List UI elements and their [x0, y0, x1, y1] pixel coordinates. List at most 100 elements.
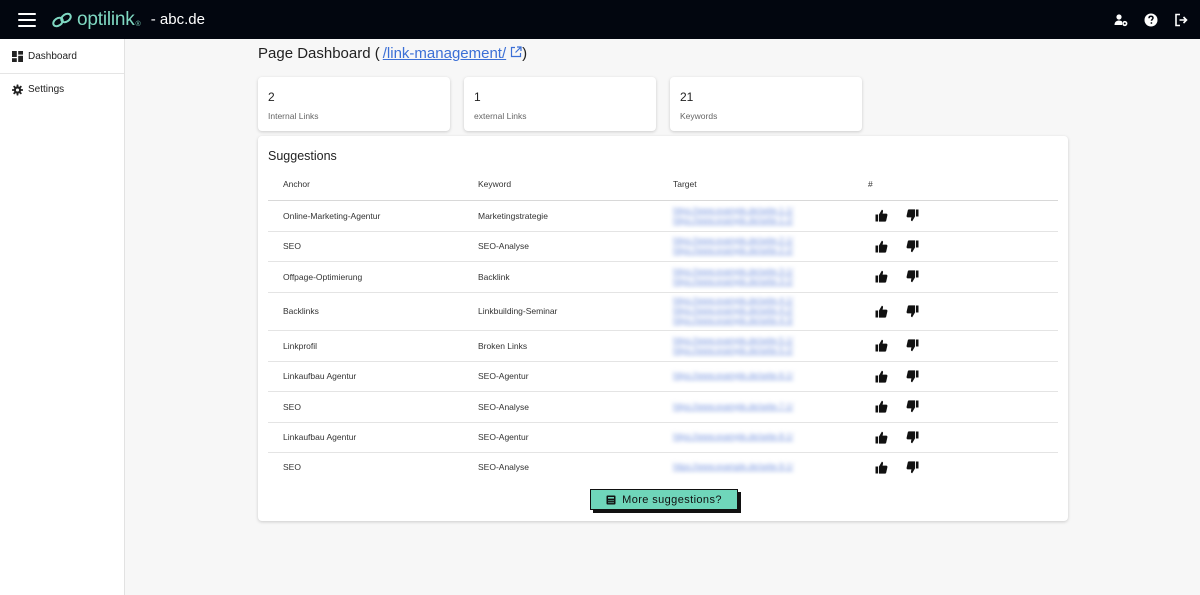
sidebar-item-settings[interactable]: Settings — [0, 74, 124, 105]
keyword-cell: SEO-Analyse — [478, 462, 530, 473]
appbar-actions — [1114, 0, 1188, 39]
thumbs-down-icon[interactable] — [905, 369, 920, 384]
anchor-cell: Linkaufbau Agentur — [268, 361, 463, 392]
target-link-blurred[interactable]: https://www.example.de/seite-8-1/ — [673, 432, 853, 442]
stat-value: 2 — [268, 90, 275, 104]
table-row: SEO SEO-Analyse https://www.example.de/sei… — [268, 452, 1058, 482]
sidebar-item-label: Settings — [28, 84, 65, 95]
actions-cell — [853, 391, 1058, 423]
actions-cell — [853, 292, 1058, 331]
user-settings-icon[interactable] — [1114, 13, 1128, 27]
thumbs-up-icon[interactable] — [874, 239, 889, 254]
keyword-cell: Broken Links — [463, 330, 658, 362]
column-header-keyword: Keyword — [463, 169, 658, 201]
keyword-cell: SEO-Analyse — [463, 231, 658, 262]
keyword-cell: Marketingstrategie — [463, 200, 658, 232]
stat-value: 1 — [474, 90, 481, 104]
target-link-blurred[interactable]: https://www.example.de/seite-7-1/ — [673, 402, 853, 412]
stat-card-internal-links: 2 Internal Links — [258, 77, 450, 131]
keyword-cell: Backlink — [463, 261, 658, 293]
table-row: Backlinks Linkbuilding-Seminar https://www… — [268, 292, 1058, 331]
stat-label: external Links — [474, 111, 527, 121]
thumbs-up-icon[interactable] — [874, 208, 889, 223]
target-cell: https://www.example.de/seite-7-1/ — [658, 391, 853, 423]
table-row: SEO SEO-Analyse https://www.example.de/sei… — [268, 391, 1058, 423]
logo[interactable]: optilink ® — [51, 9, 141, 31]
logout-icon[interactable] — [1174, 13, 1188, 27]
thumbs-down-icon[interactable] — [905, 460, 920, 475]
target-cell: https://www.example.de/seite-1-1/https:/… — [658, 200, 853, 232]
target-cell: https://www.example.de/seite-5-1/https:/… — [658, 330, 853, 362]
actions-cell — [853, 422, 1058, 453]
target-cell: https://www.example.de/seite-3-1/https:/… — [658, 261, 853, 293]
thumbs-up-icon[interactable] — [874, 269, 889, 284]
anchor-cell: SEO — [268, 231, 463, 262]
keyword-cell: Linkbuilding-Seminar — [463, 292, 658, 331]
page-title: Page Dashboard ( /link-management/ ) — [258, 45, 527, 62]
table-row: Linkprofil Broken Links https://www.exampl… — [268, 330, 1058, 362]
menu-icon[interactable] — [18, 12, 36, 27]
more-suggestions-button[interactable]: More suggestions? — [590, 489, 738, 510]
sidebar-item-dashboard[interactable]: Dashboard — [0, 39, 124, 74]
thumbs-up-icon[interactable] — [874, 430, 889, 445]
anchor-cell: SEO — [283, 462, 301, 473]
anchor-cell: Linkprofil — [268, 330, 463, 362]
target-link-blurred[interactable]: https://www.example.de/seite-1-1/https:/… — [673, 206, 853, 226]
thumbs-up-icon[interactable] — [874, 369, 889, 384]
external-link-icon[interactable] — [510, 45, 522, 58]
sidebar: Dashboard Settings — [0, 39, 125, 595]
target-link-blurred[interactable]: https://www.example.de/seite-2-1/https:/… — [673, 236, 853, 256]
actions-cell — [853, 231, 1058, 262]
thumbs-down-icon[interactable] — [905, 430, 920, 445]
stat-value: 21 — [680, 90, 694, 104]
thumbs-up-icon[interactable] — [874, 460, 889, 475]
page-title-prefix: Page Dashboard ( — [258, 45, 380, 62]
more-suggestions-label: More suggestions? — [622, 493, 722, 506]
thumbs-down-icon[interactable] — [905, 269, 920, 284]
column-header-anchor: Anchor — [268, 169, 463, 201]
thumbs-down-icon[interactable] — [905, 208, 920, 223]
help-icon[interactable] — [1144, 13, 1158, 27]
thumbs-down-icon[interactable] — [905, 399, 920, 414]
stat-label: Internal Links — [268, 111, 319, 121]
column-header-actions: # — [853, 169, 1058, 201]
target-link-blurred[interactable]: https://www.example.de/seite-4-1/https:/… — [673, 296, 853, 326]
suggestions-table-body: Online-Marketing-Agentur Marketingstrateg… — [268, 200, 1058, 482]
anchor-cell: SEO — [268, 391, 463, 423]
thumbs-up-icon[interactable] — [874, 399, 889, 414]
actions-cell — [853, 261, 1058, 293]
target-cell: https://www.example.de/seite-9-1/ — [658, 452, 853, 482]
target-link-blurred[interactable]: https://www.example.de/seite-9-1/ — [673, 462, 853, 472]
logo-text: optilink — [77, 8, 135, 30]
anchor-cell: Offpage-Optimierung — [268, 261, 463, 293]
app-bar: optilink ® - abc.de — [0, 0, 1200, 39]
logo-suffix: ® — [135, 21, 141, 28]
table-header-row: Anchor Keyword Target # — [268, 169, 1058, 201]
suggestions-title: Suggestions — [268, 149, 337, 163]
target-cell: https://www.example.de/seite-4-1/https:/… — [658, 292, 853, 331]
anchor-cell: Linkaufbau Agentur — [268, 422, 463, 453]
table-row: SEO SEO-Analyse https://www.example.de/sei… — [268, 231, 1058, 262]
target-cell: https://www.example.de/seite-6-1/ — [658, 361, 853, 392]
table-row: Online-Marketing-Agentur Marketingstrateg… — [268, 200, 1058, 232]
target-link-blurred[interactable]: https://www.example.de/seite-3-1/https:/… — [673, 267, 853, 287]
page-url-link[interactable]: /link-management/ — [383, 45, 506, 62]
thumbs-down-icon[interactable] — [905, 239, 920, 254]
actions-cell — [853, 361, 1058, 392]
target-link-blurred[interactable]: https://www.example.de/seite-5-1/https:/… — [673, 336, 853, 356]
table-row: Linkaufbau Agentur SEO-Agentur https://www… — [268, 422, 1058, 453]
target-link-blurred[interactable]: https://www.example.de/seite-6-1/ — [673, 371, 853, 381]
table-row: Linkaufbau Agentur SEO-Agentur https://www… — [268, 361, 1058, 392]
thumbs-up-icon[interactable] — [874, 304, 889, 319]
table-row: Offpage-Optimierung Backlink https://www.e… — [268, 261, 1058, 293]
suggestions-table: Anchor Keyword Target # Online-Marketing… — [268, 169, 1058, 482]
stat-label: Keywords — [680, 111, 718, 121]
thumbs-down-icon[interactable] — [905, 338, 920, 353]
anchor-cell: Online-Marketing-Agentur — [268, 200, 463, 232]
stat-card-external-links: 1 external Links — [464, 77, 656, 131]
stat-card-keywords: 21 Keywords — [670, 77, 862, 131]
keyword-cell: SEO-Agentur — [463, 361, 658, 392]
thumbs-down-icon[interactable] — [905, 304, 920, 319]
target-cell: https://www.example.de/seite-2-1/https:/… — [658, 231, 853, 262]
thumbs-up-icon[interactable] — [874, 338, 889, 353]
